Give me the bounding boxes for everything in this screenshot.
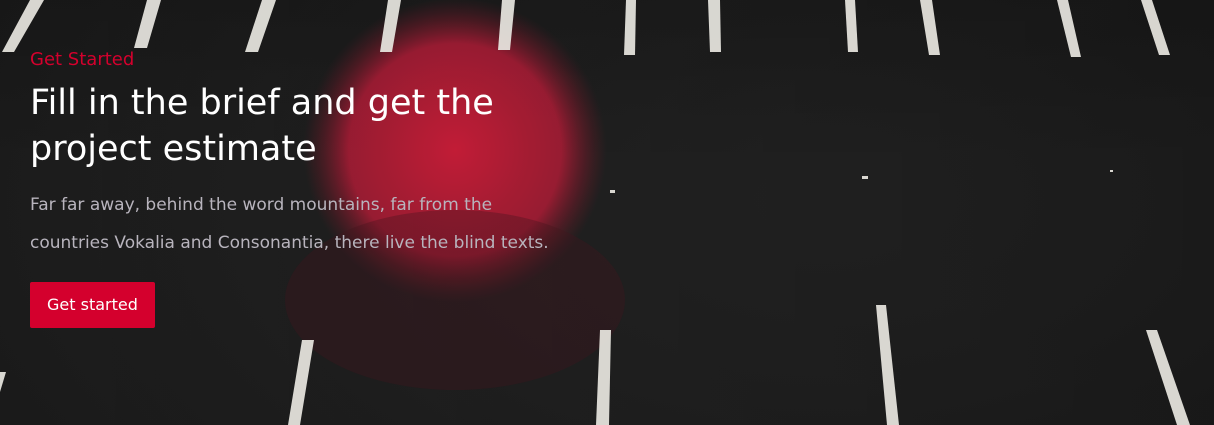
hero-eyebrow: Get Started: [30, 49, 135, 70]
hero-headline: Fill in the brief and get the project es…: [30, 83, 494, 169]
hero-description: Far far away, behind the word mountains,…: [30, 195, 549, 253]
hero-content: Get Started Fill in the brief and get th…: [30, 46, 590, 328]
hero-section: Get Started Fill in the brief and get th…: [0, 0, 1214, 425]
get-started-button[interactable]: Get started: [30, 282, 155, 328]
